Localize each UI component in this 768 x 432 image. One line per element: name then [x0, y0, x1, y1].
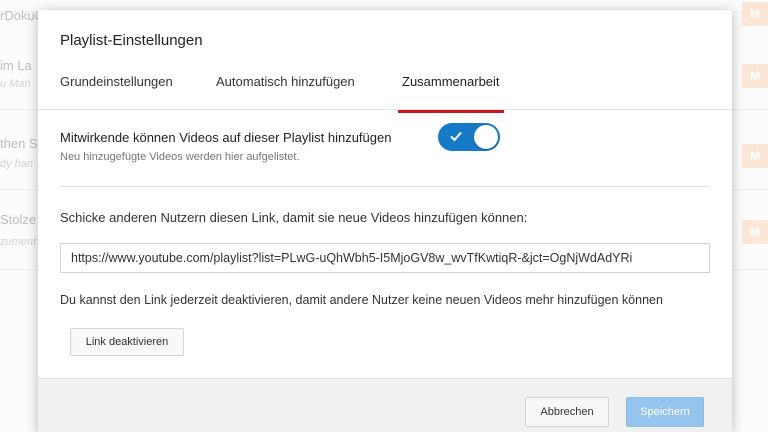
playlist-settings-dialog: Playlist-Einstellungen Grundeinstellunge… [38, 10, 732, 432]
tab-collaboration-label: Zusammenarbeit [402, 74, 500, 89]
dialog-title: Playlist-Einstellungen [60, 32, 203, 49]
tab-basic-settings[interactable]: Grundeinstellungen [60, 74, 173, 110]
collaborators-toggle-description: Neu hinzugefügte Videos werden hier aufg… [60, 151, 300, 163]
deactivate-link-button[interactable]: Link deaktivieren [70, 328, 184, 356]
toggle-knob [474, 125, 498, 149]
collaboration-link-field[interactable] [60, 243, 710, 273]
save-button[interactable]: Speichern [626, 397, 704, 427]
collaborators-toggle[interactable] [438, 123, 500, 151]
tab-collaboration[interactable]: Zusammenarbeit [398, 74, 504, 113]
active-tab-indicator [398, 110, 504, 113]
tab-auto-add[interactable]: Automatisch hinzufügen [216, 74, 355, 110]
dialog-footer: Abbrechen Speichern [38, 378, 732, 432]
checkmark-icon [450, 131, 462, 142]
cancel-button[interactable]: Abbrechen [525, 397, 609, 427]
section-divider [60, 186, 710, 187]
collaborators-toggle-label: Mitwirkende können Videos auf dieser Pla… [60, 130, 392, 145]
tab-bar: Grundeinstellungen Automatisch hinzufüge… [38, 68, 732, 113]
share-link-instructions: Schicke anderen Nutzern diesen Link, dam… [60, 210, 528, 225]
deactivate-link-description: Du kannst den Link jederzeit deaktiviere… [60, 293, 663, 307]
